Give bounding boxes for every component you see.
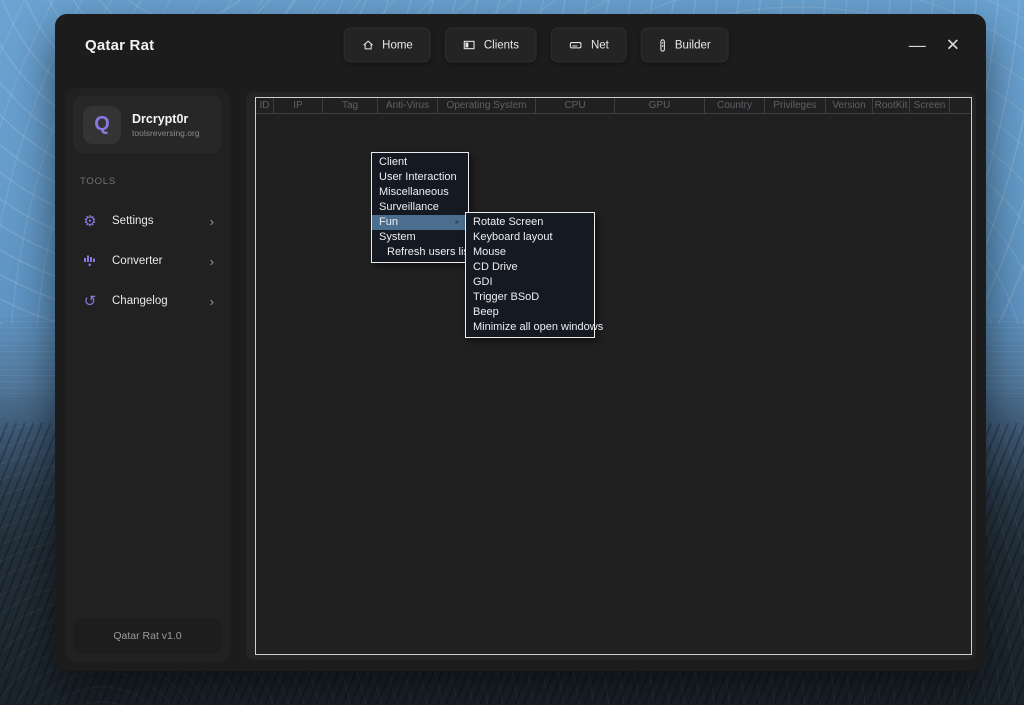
menu-item-fun[interactable]: Fun ► (372, 215, 468, 230)
app-window: Qatar Rat Home Clients Net Builder — ✕ Q… (55, 14, 986, 671)
menu-item-user-interaction[interactable]: User Interaction (372, 170, 468, 185)
nav-label: Builder (674, 39, 711, 51)
modem-icon (569, 39, 583, 52)
submenu-item-beep[interactable]: Beep (466, 305, 594, 320)
window-controls: — ✕ (909, 37, 960, 54)
nav-bar: Home Clients Net Builder (343, 27, 729, 63)
context-menu: Client User Interaction Miscellaneous Su… (371, 152, 472, 263)
profile-text: Drcrypt0r toolsreversing.org (132, 112, 200, 138)
main-panel: ID IP Tag Anti-Virus Operating System CP… (246, 92, 976, 660)
usb-stick-icon (659, 38, 667, 52)
submenu-item-gdi[interactable]: GDI (466, 275, 594, 290)
menu-item-surveillance[interactable]: Surveillance (372, 200, 468, 215)
history-icon: ↺ (83, 292, 97, 310)
tools-section-label: TOOLS (80, 176, 117, 187)
menu-item-miscellaneous[interactable]: Miscellaneous (372, 185, 468, 200)
menu-item-refresh-users-list[interactable]: Refresh users list (372, 245, 472, 260)
column-header-id[interactable]: ID (256, 98, 274, 113)
submenu-item-trigger-bsod[interactable]: Trigger BSoD (466, 290, 594, 305)
sidebar: Q Drcrypt0r toolsreversing.org TOOLS ⚙ S… (65, 88, 230, 662)
profile-org: toolsreversing.org (132, 127, 200, 138)
clients-button[interactable]: Clients (444, 27, 537, 63)
menu-item-client[interactable]: Client (372, 155, 468, 170)
column-header-country[interactable]: Country (705, 98, 765, 113)
avatar: Q (83, 105, 121, 144)
menu-item-label: Fun (379, 216, 398, 228)
minimize-button[interactable]: — (909, 37, 926, 54)
column-header-cpu[interactable]: CPU (536, 98, 615, 113)
builder-button[interactable]: Builder (640, 27, 729, 63)
column-header-gpu[interactable]: GPU (615, 98, 705, 113)
column-header-rootkit[interactable]: RootKit (873, 98, 910, 113)
column-header-privileges[interactable]: Privileges (765, 98, 826, 113)
column-header-ip[interactable]: IP (274, 98, 323, 113)
menu-item-system[interactable]: System (372, 230, 468, 245)
bars-icon (81, 253, 99, 270)
home-button[interactable]: Home (343, 27, 431, 63)
table-header-row: ID IP Tag Anti-Virus Operating System CP… (256, 98, 971, 114)
column-header-antivirus[interactable]: Anti-Virus (378, 98, 438, 113)
submenu-item-keyboard-layout[interactable]: Keyboard layout (466, 230, 594, 245)
titlebar[interactable]: Qatar Rat Home Clients Net Builder — ✕ (55, 14, 986, 76)
home-icon (361, 39, 374, 52)
sidebar-item-converter[interactable]: Converter › (73, 247, 222, 275)
profile-name: Drcrypt0r (132, 111, 189, 126)
nav-label: Home (382, 39, 413, 51)
sidebar-item-changelog[interactable]: ↺ Changelog › (73, 287, 222, 315)
column-header-os[interactable]: Operating System (438, 98, 536, 113)
submenu-item-rotate-screen[interactable]: Rotate Screen (466, 215, 594, 230)
profile-card[interactable]: Q Drcrypt0r toolsreversing.org (73, 96, 222, 153)
sidebar-item-label: Changelog (112, 295, 168, 307)
chevron-right-icon: › (209, 213, 214, 229)
sidebar-item-label: Converter (112, 255, 163, 267)
close-button[interactable]: ✕ (946, 37, 960, 54)
desktop: Qatar Rat Home Clients Net Builder — ✕ Q… (0, 0, 1024, 705)
chevron-right-icon: › (209, 253, 214, 269)
sidebar-item-label: Settings (112, 215, 154, 227)
app-title: Qatar Rat (85, 36, 155, 54)
column-header-screen[interactable]: Screen (910, 98, 950, 113)
column-header-version[interactable]: Version (826, 98, 873, 113)
clients-table[interactable]: ID IP Tag Anti-Virus Operating System CP… (255, 97, 972, 655)
net-button[interactable]: Net (550, 27, 627, 63)
fun-submenu: Rotate Screen Keyboard layout Mouse CD D… (465, 212, 603, 338)
app-version-label: Qatar Rat v1.0 (73, 618, 222, 654)
gear-icon: ⚙ (83, 212, 97, 230)
submenu-item-mouse[interactable]: Mouse (466, 245, 594, 260)
nav-label: Clients (483, 39, 519, 51)
submenu-item-minimize-all-open-windows[interactable]: Minimize all open windows (466, 320, 603, 335)
monitor-icon (463, 39, 476, 52)
submenu-arrow-icon: ► (454, 219, 461, 226)
chevron-right-icon: › (209, 293, 214, 309)
column-header-tag[interactable]: Tag (323, 98, 378, 113)
sidebar-item-settings[interactable]: ⚙ Settings › (73, 207, 222, 235)
nav-label: Net (590, 39, 609, 51)
submenu-item-cd-drive[interactable]: CD Drive (466, 260, 594, 275)
